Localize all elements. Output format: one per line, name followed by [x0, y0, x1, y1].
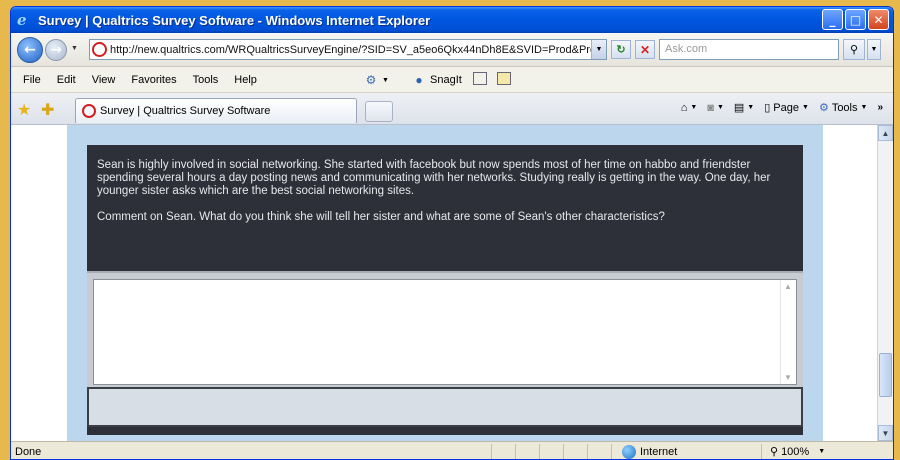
tab-bar: ★ ✚ Survey | Qualtrics Survey Software ⌂… — [11, 93, 893, 125]
zone-label: Internet — [640, 445, 678, 458]
snagit-button[interactable]: ● SnagIt — [411, 72, 462, 88]
next-question-block — [87, 387, 803, 427]
print-button[interactable]: ▤ ▼ — [734, 101, 754, 114]
page-icon: ▯ — [764, 102, 771, 114]
page-scroll-thumb[interactable] — [879, 353, 892, 397]
question-paragraph-1: Sean is highly involved in social networ… — [97, 159, 771, 197]
back-arrow-icon: ← — [24, 42, 36, 58]
question-paragraph-2: Comment on Sean. What do you think she w… — [97, 211, 665, 223]
page-scroll-down-icon[interactable]: ▼ — [878, 425, 893, 441]
security-zone[interactable]: Internet — [611, 443, 761, 459]
page-label: Page — [773, 101, 799, 114]
feeds-dropdown-icon: ▼ — [716, 104, 724, 111]
menu-tools[interactable]: Tools — [185, 74, 227, 86]
menu-view[interactable]: View — [84, 74, 124, 86]
print-dropdown-icon: ▼ — [747, 104, 755, 111]
status-segment — [563, 443, 587, 459]
printer-icon: ▤ — [733, 102, 745, 114]
tab-survey[interactable]: Survey | Qualtrics Survey Software — [75, 98, 357, 123]
internet-explorer-icon: e — [17, 11, 27, 29]
status-segment — [539, 443, 563, 459]
stop-button[interactable]: ✕ — [635, 40, 655, 59]
search-dropdown-icon[interactable]: ▼ — [867, 39, 881, 60]
search-icon: ⚲ — [849, 44, 859, 56]
feeds-button[interactable]: ◙ ▼ — [707, 102, 724, 114]
address-input[interactable]: http://new.qualtrics.com/WRQualtricsSurv… — [110, 44, 591, 56]
stop-icon: ✕ — [639, 42, 651, 57]
address-bar[interactable]: http://new.qualtrics.com/WRQualtricsSurv… — [89, 39, 607, 60]
answer-container: ▲ ▼ — [87, 271, 803, 391]
status-segment — [491, 443, 515, 459]
back-button[interactable]: ← — [17, 37, 43, 63]
home-icon: ⌂ — [680, 101, 688, 114]
history-dropdown-icon[interactable]: ▼ — [71, 45, 78, 52]
status-segment — [515, 443, 539, 459]
addon-icon: ⚙ — [365, 73, 377, 87]
maximize-button[interactable]: □ — [845, 9, 866, 30]
tools-dropdown-icon: ▼ — [860, 104, 868, 111]
snagit-label: SnagIt — [430, 74, 462, 86]
status-segment — [587, 443, 611, 459]
snagit-window-button[interactable] — [473, 72, 487, 85]
command-bar: ⌂ ▼ ◙ ▼ ▤ ▼ ▯ Page ▼ ⚙ Tools ▼ » — [681, 101, 883, 115]
snagit-icon: ● — [415, 73, 423, 87]
gear-icon: ⚙ — [818, 102, 829, 114]
window-controls: _ □ ✕ — [822, 9, 889, 30]
refresh-icon: ↻ — [616, 44, 626, 56]
minimize-button[interactable]: _ — [822, 9, 843, 30]
toolbar-overflow-button[interactable]: » — [877, 102, 883, 113]
question-text: Sean is highly involved in social networ… — [97, 159, 797, 237]
globe-icon — [622, 444, 636, 459]
menu-file[interactable]: File — [15, 74, 49, 86]
browser-window: e Survey | Qualtrics Survey Software - W… — [10, 6, 894, 460]
address-toolbar: ← → ▼ http://new.qualtrics.com/WRQualtri… — [11, 33, 893, 67]
home-button[interactable]: ⌂ ▼ — [681, 102, 698, 114]
menu-edit[interactable]: Edit — [49, 74, 84, 86]
qualtrics-tab-icon — [82, 104, 96, 118]
scroll-up-icon: ▲ — [784, 282, 792, 291]
addon-button[interactable]: ⚙ ▼ — [363, 72, 389, 88]
menu-favorites[interactable]: Favorites — [123, 74, 184, 86]
address-dropdown-icon[interactable]: ▼ — [591, 40, 606, 59]
page-dropdown-icon: ▼ — [802, 104, 809, 111]
forward-arrow-icon: → — [50, 42, 62, 58]
refresh-button[interactable]: ↻ — [611, 40, 631, 59]
answer-textarea[interactable] — [93, 279, 797, 385]
home-dropdown-icon: ▼ — [690, 104, 698, 111]
rss-icon: ◙ — [707, 101, 714, 114]
page-menu-button[interactable]: ▯ Page ▼ — [764, 101, 809, 115]
snagit-edit-button[interactable] — [497, 72, 511, 85]
page-scrollbar[interactable]: ▲ ▼ — [877, 125, 893, 441]
forward-button[interactable]: → — [45, 39, 67, 61]
page-scroll-up-icon[interactable]: ▲ — [878, 125, 893, 141]
zoom-control[interactable]: ⚲ 100% ▼ — [761, 443, 826, 459]
tab-label: Survey | Qualtrics Survey Software — [100, 105, 271, 117]
search-button[interactable]: ⚲ — [843, 39, 865, 60]
menu-help[interactable]: Help — [226, 74, 265, 86]
title-bar[interactable]: e Survey | Qualtrics Survey Software - W… — [11, 7, 893, 33]
status-bar: Done Internet ⚲ 100% ▼ — [11, 441, 893, 459]
menu-bar: File Edit View Favorites Tools Help ⚙ ▼ … — [11, 67, 893, 93]
scroll-down-icon: ▼ — [784, 373, 792, 382]
status-text: Done — [15, 445, 42, 458]
window-title: Survey | Qualtrics Survey Software - Win… — [38, 12, 431, 28]
answer-scrollbar[interactable]: ▲ ▼ — [780, 280, 796, 384]
page-content: Sean is highly involved in social networ… — [11, 125, 879, 441]
add-favorites-icon[interactable]: ✚ — [41, 100, 54, 120]
search-input[interactable]: Ask.com — [659, 39, 839, 60]
favorites-star-icon[interactable]: ★ — [17, 100, 31, 120]
tools-menu-button[interactable]: ⚙ Tools ▼ — [818, 101, 868, 115]
addon-dropdown-icon: ▼ — [382, 76, 389, 84]
edit-capture-icon — [497, 72, 511, 85]
survey-panel: Sean is highly involved in social networ… — [67, 125, 823, 441]
window-capture-icon — [473, 72, 487, 85]
zoom-dropdown-icon: ▼ — [818, 448, 826, 455]
qualtrics-favicon-icon — [92, 42, 107, 57]
zoom-icon: ⚲ — [770, 446, 779, 458]
close-button[interactable]: ✕ — [868, 9, 889, 30]
tools-label: Tools — [831, 101, 858, 114]
new-tab-button[interactable] — [365, 101, 393, 122]
zoom-level: 100% — [781, 445, 810, 458]
